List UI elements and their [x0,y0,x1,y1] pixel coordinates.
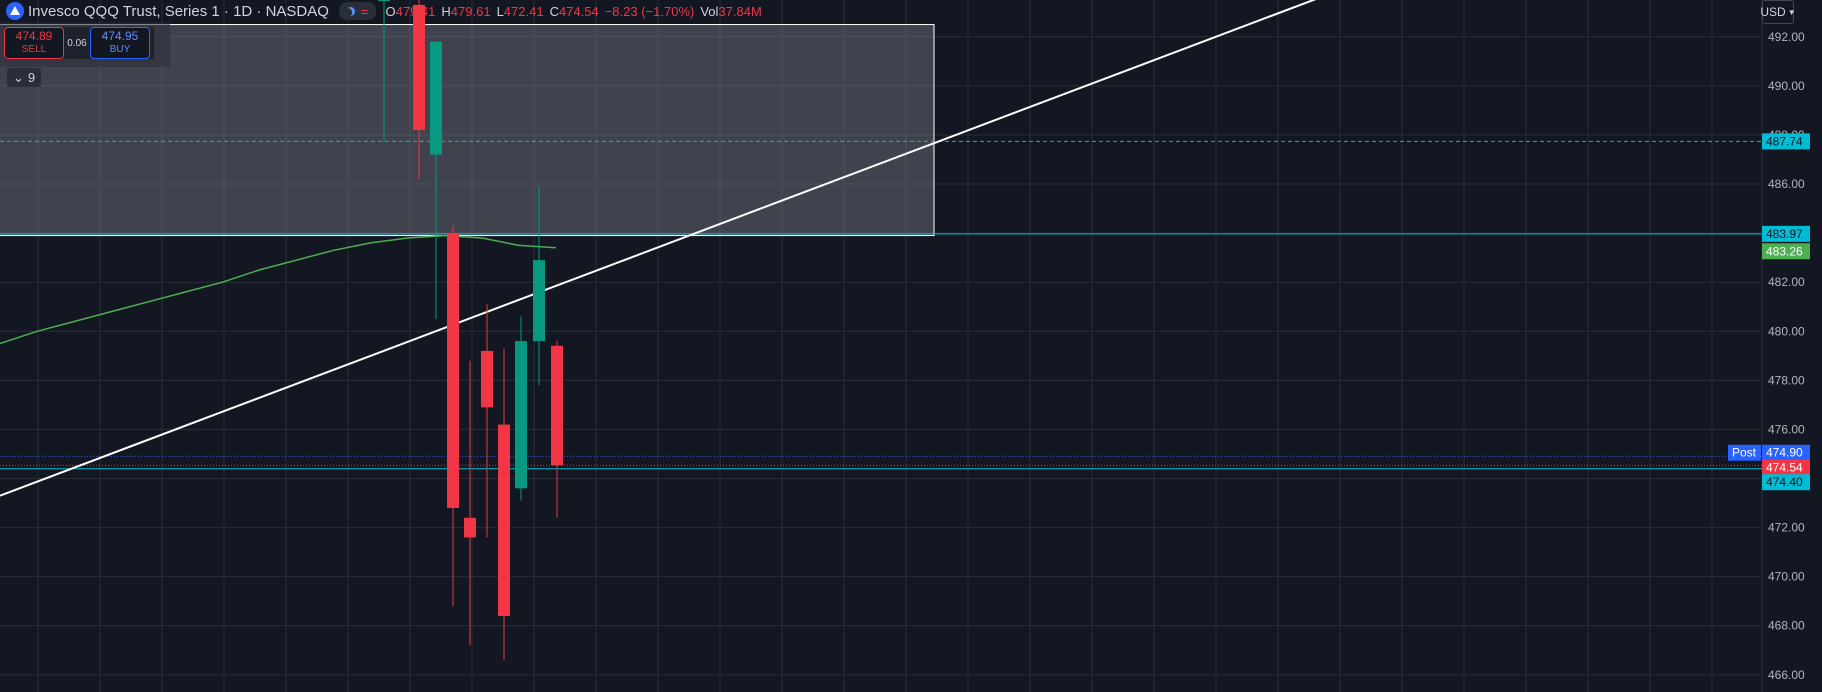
spread-value: 0.06 [67,37,87,49]
y-tick-label: 476.00 [1768,422,1805,436]
chevron-down-icon: ▼ [1787,7,1796,17]
invesco-logo-icon [6,2,24,20]
y-tick-label: 482.00 [1768,275,1805,289]
price-label-483-97: 483.97 [1766,227,1803,241]
y-tick-label: 486.00 [1768,177,1805,191]
ma-price-label: 483.26 [1766,244,1803,258]
currency-label: USD [1760,5,1786,19]
trade-panel: 474.89 SELL 0.06 474.95 BUY [4,27,154,59]
y-tick-label: 478.00 [1768,373,1805,387]
ohlc-values: O479.41 H479.61 L472.41 C474.54 −8.23 (−… [385,3,762,19]
equals-icon: = [360,3,369,19]
sell-price: 474.89 [15,29,53,43]
candle-body[interactable] [447,233,459,508]
last-price-label: 474.54 [1766,461,1803,475]
sell-button[interactable]: 474.89 SELL [4,27,64,59]
candle-body[interactable] [430,41,442,155]
post-price-label: 474.90 [1766,446,1803,460]
y-tick-label: 472.00 [1768,521,1805,535]
moon-icon [345,5,357,17]
y-tick-label: 466.00 [1768,668,1805,682]
y-tick-label: 470.00 [1768,570,1805,584]
price-label-474-40: 474.40 [1766,475,1803,489]
symbol-legend: Invesco QQQ Trust, Series 1 · 1D · NASDA… [0,0,762,22]
y-tick-label: 492.00 [1768,30,1805,44]
candle-body[interactable] [481,350,493,408]
currency-select[interactable]: USD ▼ [1760,0,1796,24]
candle-body[interactable] [533,260,545,342]
y-tick-label: 468.00 [1768,619,1805,633]
indicator-count: 9 [27,70,36,85]
candle-body[interactable] [413,4,425,131]
price-label-487: 487.74 [1766,134,1803,148]
post-tag: Post [1732,446,1757,460]
candle-body[interactable] [551,345,563,466]
buy-button[interactable]: 474.95 BUY [90,27,150,59]
sell-label: SELL [21,44,47,55]
indicators-toggle[interactable]: ⌄ 9 [7,68,42,87]
candle-body[interactable] [498,424,510,616]
candle-body[interactable] [515,341,527,489]
buy-label: BUY [109,44,131,55]
y-tick-label: 480.00 [1768,324,1805,338]
session-toggle[interactable]: = [338,2,376,20]
candle-body[interactable] [464,517,476,538]
chevron-down-icon: ⌄ [13,69,24,85]
buy-price: 474.95 [101,29,139,43]
price-chart[interactable]: 492.00490.00488.00486.00484.00482.00480.… [0,0,1822,692]
y-tick-label: 490.00 [1768,79,1805,93]
symbol-title[interactable]: Invesco QQQ Trust, Series 1 · 1D · NASDA… [28,3,329,20]
